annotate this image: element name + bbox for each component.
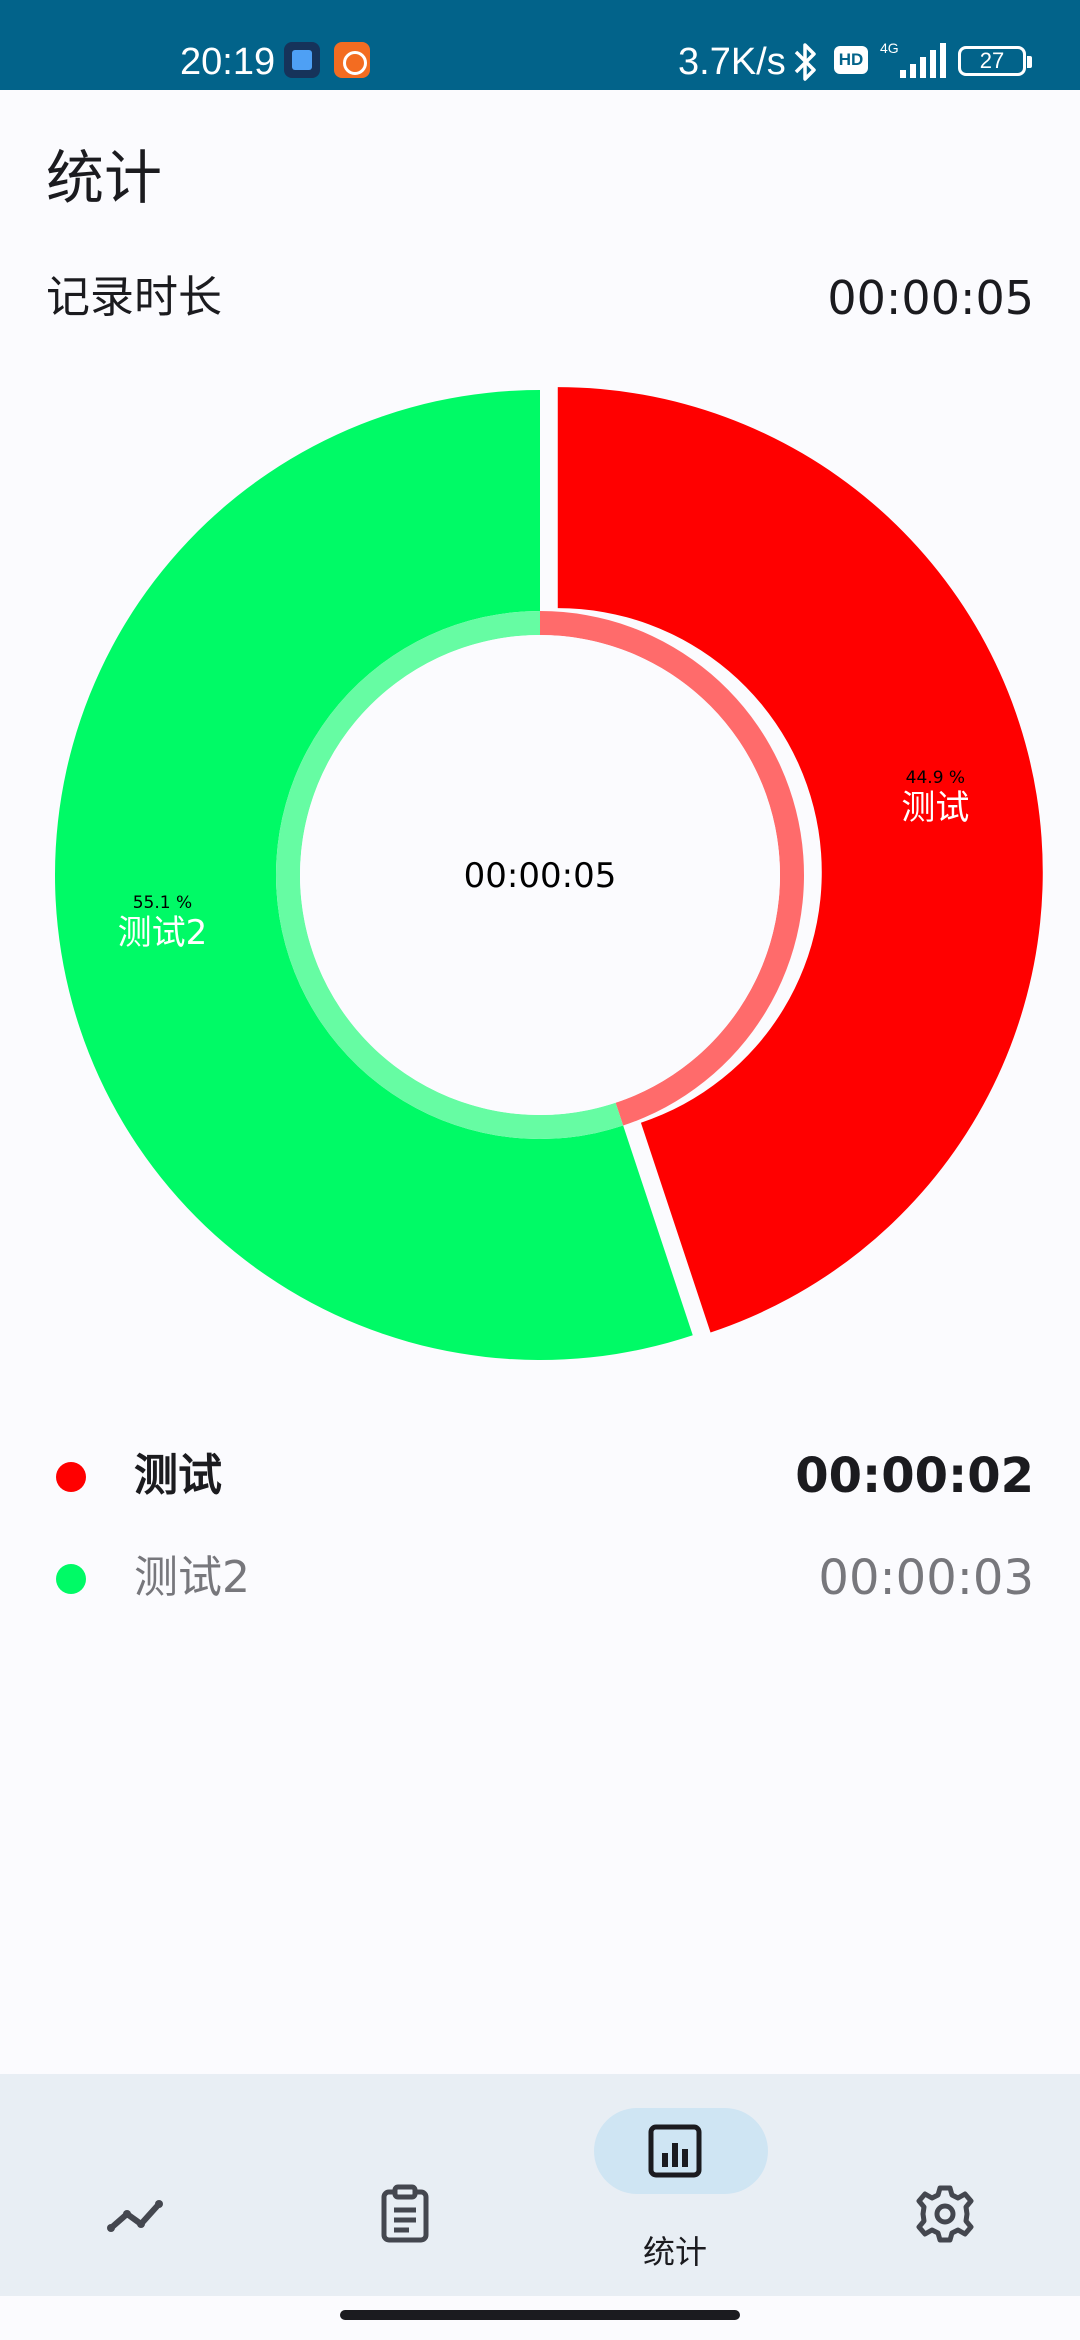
bar-chart-icon	[648, 2124, 702, 2178]
gear-icon	[916, 2185, 974, 2243]
legend-name: 测试	[134, 1450, 222, 1501]
slice-percent-label: 44.9 %	[906, 768, 965, 788]
donut-chart-svg[interactable]: 44.9 %测试 55.1 %测试2 00:00:05	[0, 360, 1080, 1380]
legend-color-dot	[56, 1462, 86, 1492]
slice-percent-label: 55.1 %	[133, 893, 192, 913]
bottom-navigation: 统计	[0, 2074, 1080, 2296]
nav-item-settings[interactable]	[810, 2074, 1080, 2296]
status-time: 20:19	[180, 41, 276, 83]
slice-name-label: 测试	[901, 788, 969, 828]
signal-icon: 4G	[880, 40, 946, 78]
nav-item-records[interactable]	[270, 2074, 540, 2296]
donut-center-text: 00:00:05	[464, 856, 617, 896]
network-speed: 3.7K/s	[678, 41, 786, 83]
status-bar: 20:19 3.7K/s HD 4G 27	[0, 0, 1080, 90]
legend-row[interactable]: 测试2 00:00:03	[0, 1538, 1080, 1618]
legend-name: 测试2	[134, 1552, 250, 1603]
mi-icon	[334, 42, 370, 78]
trend-icon	[107, 2200, 163, 2232]
slice-name-label: 测试2	[118, 913, 208, 953]
page-title: 统计	[46, 144, 163, 212]
network-type: 4G	[880, 40, 899, 56]
legend-color-dot	[56, 1564, 86, 1594]
home-indicator[interactable]	[340, 2310, 740, 2320]
nav-item-trend[interactable]	[0, 2074, 270, 2296]
donut-chart[interactable]: 44.9 % 测试 55.1 % 测试2 00:00:05	[0, 360, 1080, 1380]
clipboard-icon	[381, 2184, 429, 2243]
hd-icon: HD	[834, 46, 868, 74]
nav-item-stats[interactable]: 统计	[540, 2074, 810, 2296]
record-duration-value: 00:00:05	[827, 271, 1034, 325]
legend-row[interactable]: 测试 00:00:02	[0, 1436, 1080, 1516]
legend-duration: 00:00:02	[795, 1448, 1034, 1504]
bluetooth-icon	[794, 43, 816, 81]
nav-label-stats: 统计	[642, 2233, 707, 2271]
legend-duration: 00:00:03	[818, 1550, 1034, 1606]
app-icon	[284, 42, 320, 78]
battery-icon: 27	[958, 46, 1032, 76]
record-duration-label: 记录时长	[46, 272, 222, 323]
